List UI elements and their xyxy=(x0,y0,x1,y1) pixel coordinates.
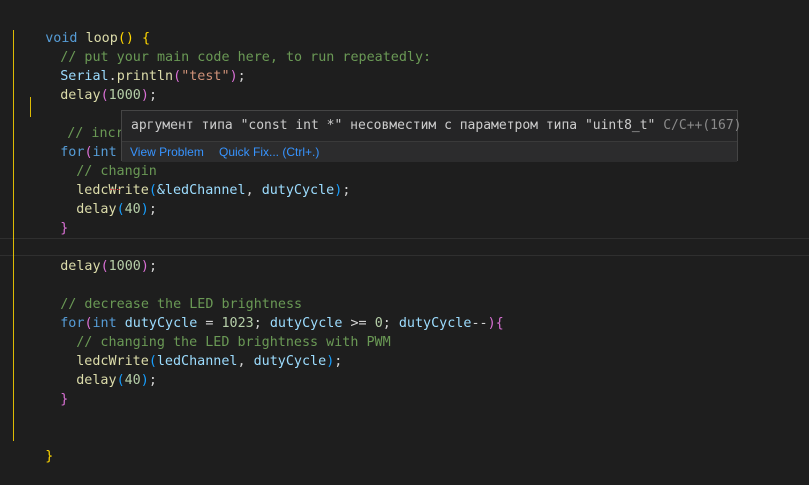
code-editor[interactable]: void loop() { // put your main code here… xyxy=(0,0,809,464)
code-line[interactable]: } xyxy=(0,371,809,407)
code-line[interactable]: } xyxy=(0,428,809,464)
view-problem-link[interactable]: View Problem xyxy=(130,142,204,162)
code-line[interactable]: // changing the LED brightness with PWM xyxy=(0,314,809,350)
code-line[interactable]: // decrease the LED brightness xyxy=(0,276,809,312)
error-message: аргумент типа "const int *" несовместим … xyxy=(131,118,742,133)
error-source: C/C++(167) xyxy=(663,118,742,133)
code-line[interactable]: ledcWrite(ledChannel, dutyCycle); xyxy=(0,333,809,369)
code-line[interactable]: delay(1000); xyxy=(0,238,809,274)
code-line[interactable]: for(int dutyCycle = 1023; dutyCycle >= 0… xyxy=(0,295,809,331)
code-line[interactable]: ledcWrite(&ledChannel, dutyCycle); xyxy=(0,162,809,198)
code-line[interactable]: delay(40); xyxy=(0,181,809,217)
error-hover-widget: аргумент типа "const int *" несовместим … xyxy=(121,110,742,162)
code-line[interactable]: Serial.println("test"); xyxy=(0,48,809,84)
code-line[interactable]: } xyxy=(0,200,809,236)
code-line[interactable]: // put your main code here, to run repea… xyxy=(0,29,809,65)
code-line[interactable]: delay(40); xyxy=(0,352,809,388)
hover-action-bar: View Problem Quick Fix... (Ctrl+.) xyxy=(122,141,737,162)
code-line[interactable]: void loop() { xyxy=(0,10,809,46)
code-line[interactable]: delay(1000); xyxy=(0,67,809,103)
quick-fix-link[interactable]: Quick Fix... (Ctrl+.) xyxy=(219,142,319,162)
